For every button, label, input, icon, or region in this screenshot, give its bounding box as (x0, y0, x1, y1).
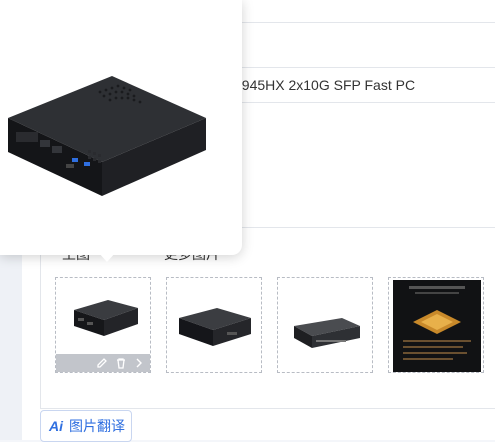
edit-icon[interactable] (96, 357, 108, 369)
image-translate-button[interactable]: Ai 图片翻译 (40, 410, 132, 442)
mini-pc-preview-image (8, 76, 206, 196)
image-preview-popover (0, 0, 242, 255)
product-title-field[interactable]: 7945HX 2x10G SFP Fast PC (220, 67, 495, 103)
trash-icon[interactable] (115, 357, 127, 369)
thumbnail-main[interactable] (55, 277, 151, 373)
mini-pc-image (74, 300, 138, 336)
thumbnail-actions (56, 354, 150, 372)
thumbnail-3[interactable] (277, 277, 373, 373)
divider (242, 22, 495, 23)
infographic-image (393, 280, 481, 372)
mini-pc-image (179, 308, 251, 346)
product-title-text: 7945HX 2x10G SFP Fast PC (234, 77, 416, 93)
ai-icon: Ai (49, 418, 63, 434)
thumbnail-2[interactable] (166, 277, 262, 373)
popover-arrow (98, 252, 116, 262)
mini-pc-image (294, 318, 360, 348)
thumbnail-4[interactable] (388, 277, 484, 373)
chevron-right-icon[interactable] (134, 357, 144, 369)
image-translate-label: 图片翻译 (69, 418, 125, 434)
